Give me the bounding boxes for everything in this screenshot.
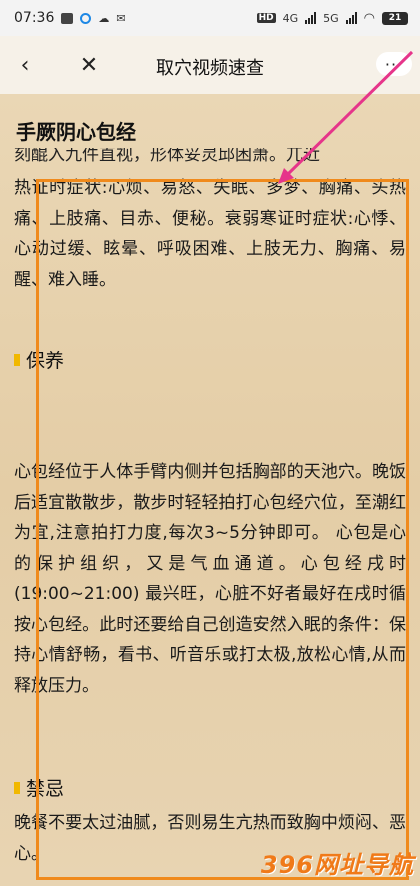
clipped-text-line: 刻醌入九件直视，形体妥灵邱困萧。兀近 <box>14 148 320 162</box>
nav-bar: ‹ ✕ 取穴视频速查 ··· <box>0 36 420 94</box>
signal-icon-2 <box>345 12 357 24</box>
app-icon <box>80 12 92 24</box>
status-right: HD 4G 5G ◠ 21 <box>256 10 408 26</box>
watermark-logo: 396网址导航 <box>260 851 414 879</box>
section-title-taboo: 禁忌 <box>14 774 64 801</box>
hd-badge: HD <box>256 13 276 23</box>
network-label-1: 4G <box>282 11 299 25</box>
signal-icon <box>305 12 317 24</box>
clock: 07:36 <box>14 10 55 26</box>
status-left: 07:36 ☁ ✉ <box>14 10 126 26</box>
article-heading: 手厥阴心包经 <box>16 120 136 144</box>
network-label-2: 5G <box>323 11 339 25</box>
page-title: 取穴视频速查 <box>156 58 264 79</box>
section-title-care-label: 保养 <box>26 350 65 372</box>
paragraph-care: 心包经位于人体手臂内侧并包括胸部的天池穴。晚饭后适宜散散步，散步时轻轻拍打心包经… <box>14 462 406 696</box>
battery-icon: 21 <box>382 11 408 25</box>
more-options-icon[interactable]: ··· <box>376 52 412 76</box>
section-title-care: 保养 <box>14 346 64 373</box>
notification-icon <box>61 12 74 24</box>
status-bar: 07:36 ☁ ✉ HD 4G 5G ◠ 21 <box>0 0 420 36</box>
paragraph-symptoms: 热证时症状:心烦、易怒、失眠、多梦、胸痛、头热痛、上肢痛、目赤、便秘。衰弱寒证时… <box>14 178 406 290</box>
wifi-icon: ◠ <box>363 10 375 26</box>
section-marker-icon <box>14 353 20 366</box>
section-title-taboo-label: 禁忌 <box>26 778 65 800</box>
article-content[interactable]: 手厥阴心包经 刻醌入九件直视，形体妥灵邱困萧。兀近 热证时症状:心烦、易怒、失眠… <box>0 94 420 886</box>
section-marker-icon <box>14 781 20 794</box>
message-icon: ✉ <box>116 11 126 25</box>
cloud-icon: ☁ <box>98 11 110 25</box>
